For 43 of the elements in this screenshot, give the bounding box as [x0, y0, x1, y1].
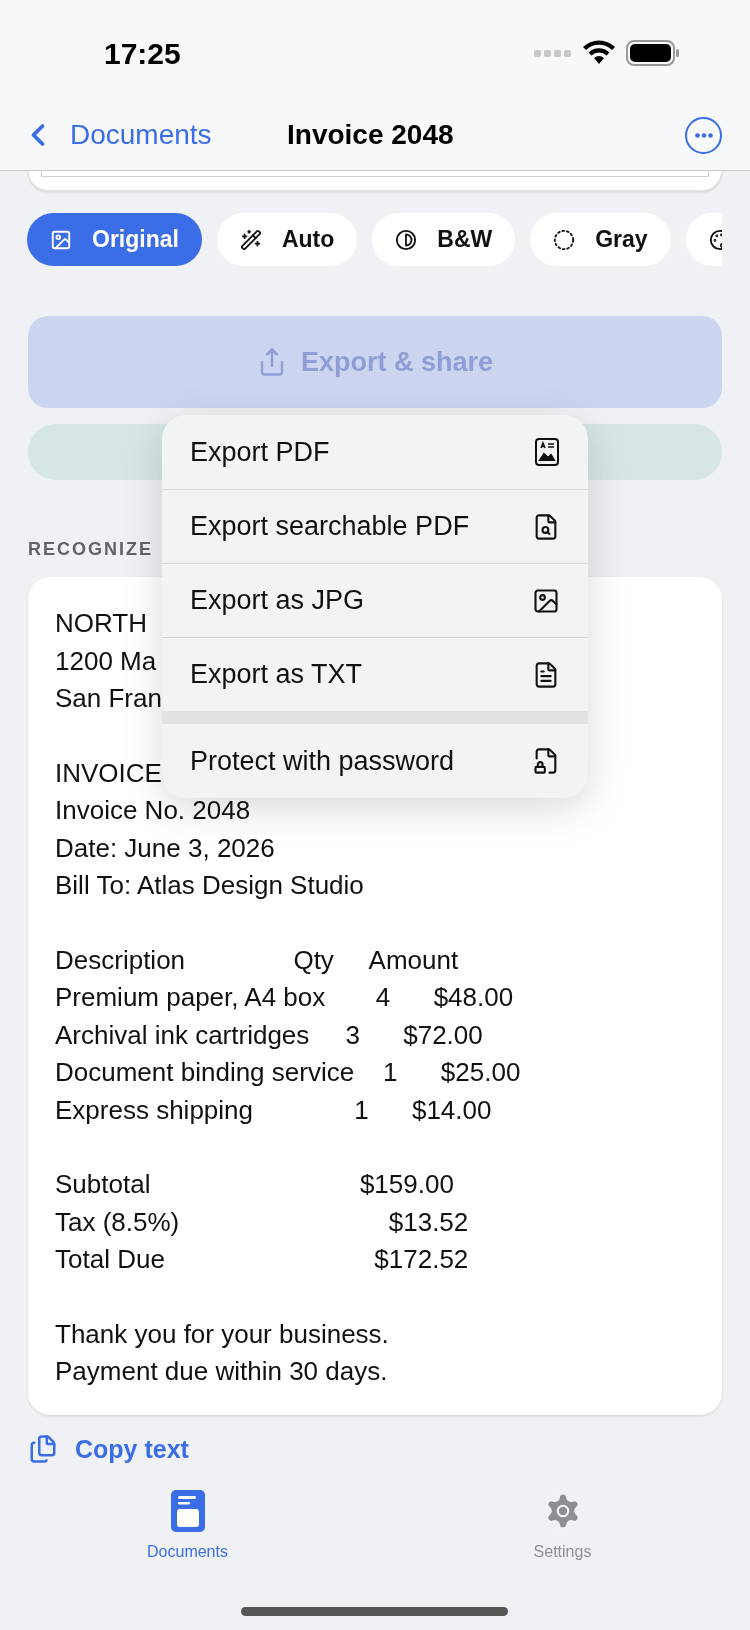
document-image-icon — [534, 437, 560, 467]
document-icon — [170, 1490, 205, 1532]
battery-icon — [626, 40, 680, 66]
text-line: Subtotal $159.00 — [55, 1168, 454, 1201]
magic-wand-icon — [239, 228, 262, 251]
text-line: Total Due $172.52 — [55, 1243, 469, 1276]
filter-chip[interactable]: Original — [27, 213, 202, 266]
menu-item[interactable]: Export PDF — [162, 415, 588, 489]
ellipsis-icon — [694, 132, 713, 138]
text-line: Payment due within 30 days. — [55, 1355, 388, 1388]
text-line: San Fran — [55, 682, 162, 715]
text-line: Thank you for your business. — [55, 1317, 389, 1351]
text-line: 1200 Ma — [55, 644, 157, 678]
back-button[interactable]: Documents — [20, 114, 212, 156]
more-button[interactable] — [685, 116, 722, 154]
filter-chip[interactable]: Gray — [530, 213, 671, 266]
status-time: 17:25 — [104, 35, 181, 72]
menu-item[interactable]: Export as JPG — [162, 563, 588, 637]
copy-icon — [28, 1434, 58, 1465]
image-icon — [50, 228, 72, 251]
signal-icon — [534, 48, 572, 58]
text-line: Archival ink cartridges 3 $72.00 — [55, 1018, 483, 1052]
text-line: Premium paper, A4 box 4 $48.00 — [55, 981, 514, 1014]
copy-text-button[interactable]: Copy text — [28, 1430, 189, 1468]
dotted-circle-icon — [553, 228, 576, 251]
menu-item[interactable]: Export as TXT — [162, 637, 588, 711]
nav-title: Invoice 2048 — [287, 118, 454, 152]
text-line: INVOICE — [55, 756, 162, 790]
contrast-icon — [395, 228, 418, 251]
text-line: Date: June 3, 2026 — [55, 831, 275, 865]
filter-chip[interactable]: B&W — [372, 213, 516, 266]
filter-chip[interactable]: Auto — [216, 213, 358, 266]
image-icon — [532, 586, 560, 615]
text-line: Document binding service 1 $25.00 — [55, 1056, 521, 1089]
section-label: RECOGNIZE — [28, 538, 154, 561]
text-line: Bill To: Atlas Design Studio — [55, 869, 364, 902]
menu-item[interactable]: Export searchable PDF — [162, 489, 588, 563]
wifi-icon — [582, 40, 616, 66]
text-line: Express shipping 1 $14.00 — [55, 1093, 492, 1127]
text-line: Tax (8.5%) $13.52 — [55, 1205, 469, 1239]
tab-bar-item[interactable]: Documents — [0, 1490, 375, 1564]
text-line: Description Qty Amount — [55, 943, 459, 977]
text-line: NORTH — [55, 607, 147, 640]
